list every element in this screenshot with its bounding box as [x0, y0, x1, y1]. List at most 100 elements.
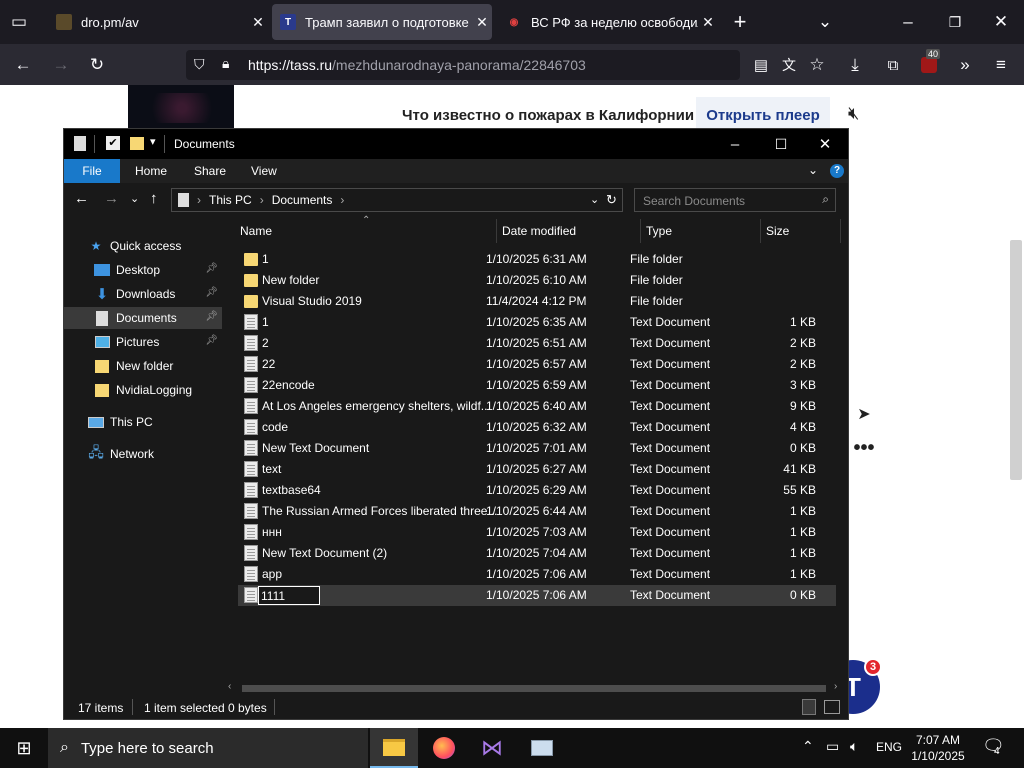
column-header-size[interactable]: Size — [748, 219, 828, 243]
tab-overview-icon[interactable]: ▭ — [6, 9, 32, 35]
url-bar[interactable]: ⛉ 🔒︎ https://tass.ru/mezhdunarodnaya-pan… — [186, 50, 740, 80]
folder-row[interactable]: New folder 1/10/2025 6:10 AM File folder — [238, 270, 836, 291]
taskbar-search-box[interactable]: ⌕ Type here to search — [48, 728, 368, 768]
file-row[interactable]: ннн 1/10/2025 7:03 AM Text Document 1 KB — [238, 522, 836, 543]
column-header-type[interactable]: Type — [628, 219, 748, 243]
tab-share[interactable]: Share — [181, 159, 239, 183]
close-browser-icon[interactable]: ✕ — [988, 9, 1014, 35]
column-header-date[interactable]: Date modified — [484, 219, 628, 243]
details-view-icon[interactable] — [802, 699, 816, 715]
language-indicator[interactable]: ENG — [876, 740, 902, 754]
selected-file-row[interactable]: 1/10/2025 7:06 AM Text Document 0 KB — [238, 585, 836, 606]
back-arrow-icon[interactable]: ← — [10, 52, 36, 78]
extensions-puzzle-icon[interactable]: ⧉ — [880, 52, 906, 78]
nav-documents[interactable]: Documents 📌︎ — [64, 307, 222, 329]
ribbon-expand-chevron-icon[interactable]: ⌄ — [808, 163, 818, 177]
shield-icon[interactable]: ⛉ — [194, 56, 205, 73]
column-separator[interactable] — [840, 219, 841, 243]
restore-browser-icon[interactable]: ❐ — [942, 9, 968, 35]
pin-icon[interactable]: 📌︎ — [205, 335, 218, 346]
search-documents-input[interactable]: Search Documents ⌕ — [634, 188, 836, 212]
tab-vs-rf[interactable]: ◉ ВС РФ за неделю освободили ✕ — [496, 4, 718, 40]
windows-start-icon[interactable]: ⊞ — [0, 728, 48, 768]
search-icon[interactable]: ⌕ — [822, 192, 829, 207]
nav-quick-access[interactable]: ★ Quick access — [64, 235, 222, 257]
network-app-icon[interactable] — [518, 728, 566, 768]
large-icons-view-icon[interactable] — [824, 700, 840, 714]
nav-new-folder[interactable]: New folder — [64, 355, 222, 377]
banner-headline[interactable]: Что известно о пожарах в Калифорнии — [402, 107, 694, 124]
folder-row[interactable]: Visual Studio 2019 11/4/2024 4:12 PM File … — [238, 291, 836, 312]
nav-this-pc[interactable]: This PC — [64, 411, 222, 433]
more-dots-icon[interactable]: ••• — [848, 432, 880, 464]
forward-arrow-icon[interactable]: → — [104, 190, 119, 207]
breadcrumb-chevron-icon[interactable]: › — [340, 193, 344, 207]
mute-speaker-icon[interactable]: 🔇︎ — [848, 103, 859, 124]
forward-arrow-icon[interactable]: → — [48, 52, 74, 78]
file-row[interactable]: 2 1/10/2025 6:51 AM Text Document 2 KB — [238, 333, 836, 354]
refresh-icon[interactable]: ↻ — [606, 192, 617, 208]
nav-desktop[interactable]: Desktop 📌︎ — [64, 259, 222, 281]
scroll-right-icon[interactable]: › — [834, 681, 837, 692]
page-scrollbar-thumb[interactable] — [1010, 240, 1022, 480]
list-tabs-chevron-icon[interactable]: ⌄ — [812, 9, 838, 35]
horizontal-scrollbar-thumb[interactable] — [242, 685, 826, 692]
pin-icon[interactable]: 📌︎ — [205, 263, 218, 274]
visual-studio-app-icon[interactable]: ⋈ — [468, 728, 516, 768]
file-explorer-app-icon[interactable] — [370, 728, 418, 768]
close-tab-icon[interactable]: ✕ — [248, 14, 268, 31]
tab-view[interactable]: View — [238, 159, 290, 183]
nav-nvidialogging[interactable]: NvidiaLogging — [64, 379, 222, 401]
quick-access-dropdown-icon[interactable]: ▾ — [150, 135, 156, 148]
translate-icon[interactable]: 文 — [776, 52, 802, 78]
file-row[interactable]: 22encode 1/10/2025 6:59 AM Text Document 3 … — [238, 375, 836, 396]
close-tab-icon[interactable]: ✕ — [698, 14, 718, 31]
file-row[interactable]: The Russian Armed Forces liberated three… — [238, 501, 836, 522]
lock-icon[interactable]: 🔒︎ — [222, 55, 229, 72]
file-row[interactable]: New Text Document (2) 1/10/2025 7:04 AM Te… — [238, 543, 836, 564]
bookmark-star-icon[interactable]: ☆ — [804, 52, 830, 78]
telegram-share-icon[interactable]: ➤ — [848, 398, 880, 430]
firefox-app-icon[interactable] — [420, 728, 468, 768]
reader-view-icon[interactable]: ▤ — [748, 52, 774, 78]
file-row[interactable]: text 1/10/2025 6:27 AM Text Document 41 KB — [238, 459, 836, 480]
tab-tass-trump[interactable]: T Трамп заявил о подготовке вс ✕ — [272, 4, 492, 40]
scroll-left-icon[interactable]: ‹ — [228, 681, 231, 692]
up-arrow-icon[interactable]: ↑ — [150, 190, 158, 207]
address-bar[interactable]: › This PC › Documents › ⌄ ↻ — [171, 188, 623, 212]
column-header-name[interactable]: Name — [222, 219, 496, 243]
file-row[interactable]: code 1/10/2025 6:32 AM Text Document 4 KB — [238, 417, 836, 438]
pin-icon[interactable]: 📌︎ — [205, 311, 218, 322]
menu-hamburger-icon[interactable]: ≡ — [988, 52, 1014, 78]
page-scrollbar[interactable] — [1006, 85, 1024, 728]
file-row[interactable]: app 1/10/2025 7:06 AM Text Document 1 KB — [238, 564, 836, 585]
new-tab-icon[interactable]: + — [727, 9, 753, 35]
pin-icon[interactable]: 📌︎ — [205, 287, 218, 298]
minimize-icon[interactable]: – — [712, 129, 758, 159]
folder-row[interactable]: 1 1/10/2025 6:31 AM File folder — [238, 249, 836, 270]
tab-dro-pm[interactable]: dro.pm/av ✕ — [48, 4, 268, 40]
file-row[interactable]: New Text Document 1/10/2025 7:01 AM Text D… — [238, 438, 836, 459]
tab-home[interactable]: Home — [122, 159, 180, 183]
recent-locations-chevron-icon[interactable]: ⌄ — [130, 192, 139, 205]
show-hidden-icons-chevron-icon[interactable]: ⌃ — [802, 738, 814, 755]
nav-downloads[interactable]: ⬇ Downloads 📌︎ — [64, 283, 222, 305]
breadcrumb-this-pc[interactable]: This PC — [209, 193, 252, 207]
horizontal-scrollbar[interactable]: ‹ › — [222, 681, 848, 695]
close-icon[interactable]: ✕ — [802, 129, 848, 159]
file-row[interactable]: At Los Angeles emergency shelters, wildf… — [238, 396, 836, 417]
breadcrumb-chevron-icon[interactable]: › — [197, 193, 201, 207]
properties-check-icon[interactable]: ✔ — [106, 136, 120, 150]
address-dropdown-icon[interactable]: ⌄ — [590, 193, 599, 206]
folder-icon[interactable] — [130, 137, 144, 150]
overflow-chevrons-icon[interactable]: » — [952, 52, 978, 78]
reload-icon[interactable]: ↻ — [84, 52, 110, 78]
downloads-icon[interactable]: ⤓ — [842, 52, 868, 78]
nav-network[interactable]: 🖧︎ Network — [64, 443, 222, 465]
clock[interactable]: 7:07 AM 1/10/2025 — [906, 732, 970, 764]
network-status-icon[interactable]: ▭ — [826, 738, 839, 755]
explorer-title-bar[interactable]: ✔ ▾ Documents – ☐ ✕ — [64, 129, 848, 159]
breadcrumb-chevron-icon[interactable]: › — [260, 193, 264, 207]
file-row[interactable]: textbase64 1/10/2025 6:29 AM Text Document… — [238, 480, 836, 501]
breadcrumb-documents[interactable]: Documents — [272, 193, 333, 207]
